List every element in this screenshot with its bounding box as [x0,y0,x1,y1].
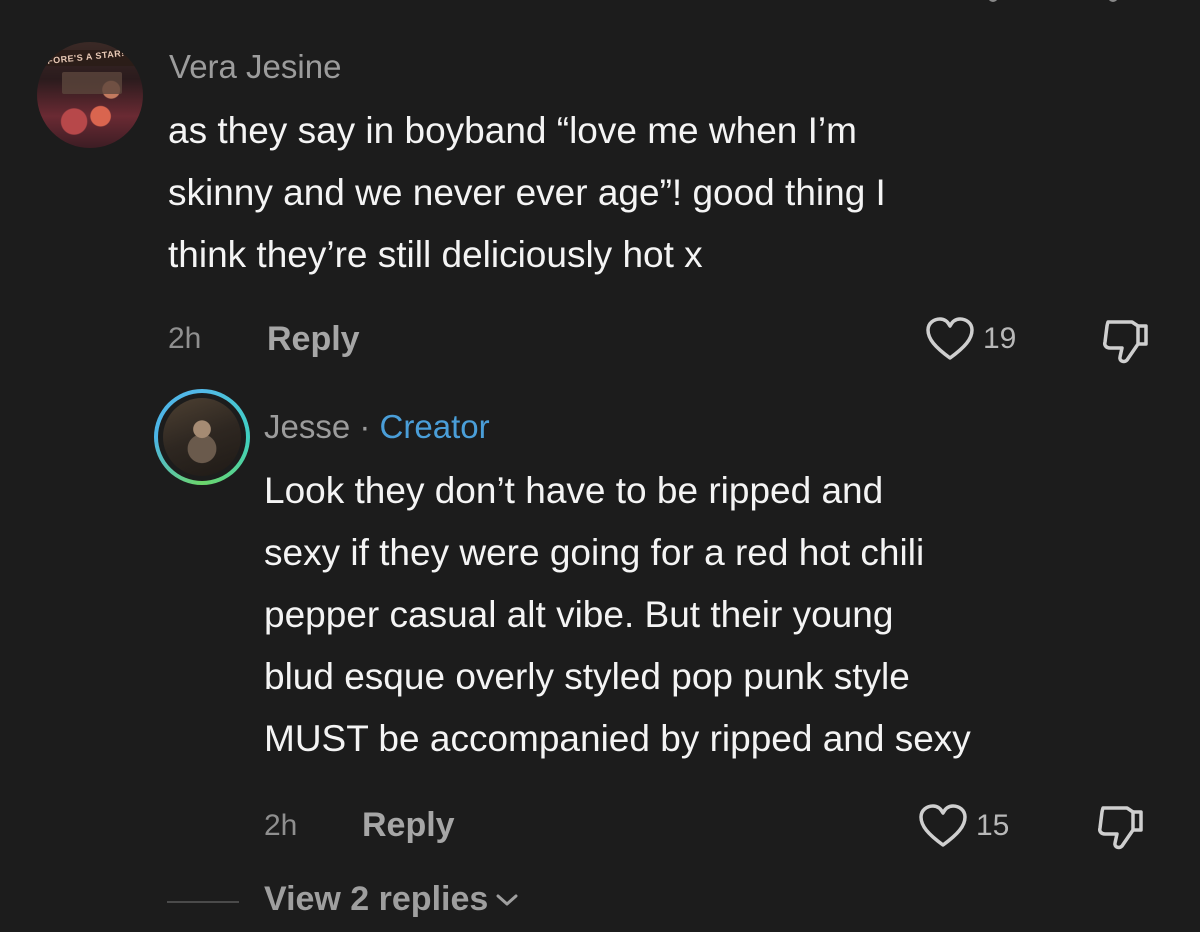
thumbs-down-icon [1098,806,1143,850]
dislike-button[interactable] [1095,802,1147,857]
avatar[interactable]: FORE'S A STAR! [37,42,143,148]
clipped-dot [988,0,998,2]
like-count: 19 [983,322,1017,355]
thumbs-down-icon [1103,320,1148,364]
avatar[interactable] [154,389,250,485]
like-button[interactable]: 19 [925,316,1016,362]
avatar-photo-detail [62,72,122,94]
comment-line: think they’re still deliciously hot x [168,234,703,275]
view-replies-button[interactable]: View 2 replies [264,880,520,919]
view-replies-label: View 2 replies [264,880,489,918]
comment-line: skinny and we never ever age”! good thin… [168,172,886,213]
comment-line: as they say in boyband “love me when I’m [168,110,857,151]
heart-icon [919,804,967,847]
comment-line: pepper casual alt vibe. But their young [264,594,894,635]
view-replies-divider [167,901,239,903]
comment-body: Look they don’t have to be ripped and se… [264,460,1184,770]
comment-line: Look they don’t have to be ripped and [264,470,884,511]
heart-icon [926,317,974,360]
comment-line: sexy if they were going for a red hot ch… [264,532,925,573]
comment-username[interactable]: Vera Jesine [169,48,341,86]
clipped-dot [1108,0,1118,2]
comment-line: MUST be accompanied by ripped and sexy [264,718,971,759]
like-count: 15 [976,809,1010,842]
reply-button[interactable]: Reply [267,320,360,359]
top-clipped-fragment [988,0,1148,8]
comment-body: as they say in boyband “love me when I’m… [168,100,1128,286]
comment-line: blud esque overly styled pop punk style [264,656,910,697]
avatar-banner-text: FORE'S A STAR! [46,47,126,67]
reply-button[interactable]: Reply [362,806,455,845]
like-button[interactable]: 15 [918,803,1009,849]
dislike-button[interactable] [1100,316,1152,371]
comment-username[interactable]: Jesse [264,408,350,445]
comment-timestamp: 2h [264,809,298,842]
comment-username-row: Jesse · Creator [264,408,490,446]
avatar-banner: FORE'S A STAR! [37,47,143,67]
creator-badge: Creator [379,408,490,445]
chevron-down-icon [496,894,518,905]
comment-timestamp: 2h [168,322,202,355]
separator: · [350,408,380,445]
avatar-photo [163,398,241,476]
